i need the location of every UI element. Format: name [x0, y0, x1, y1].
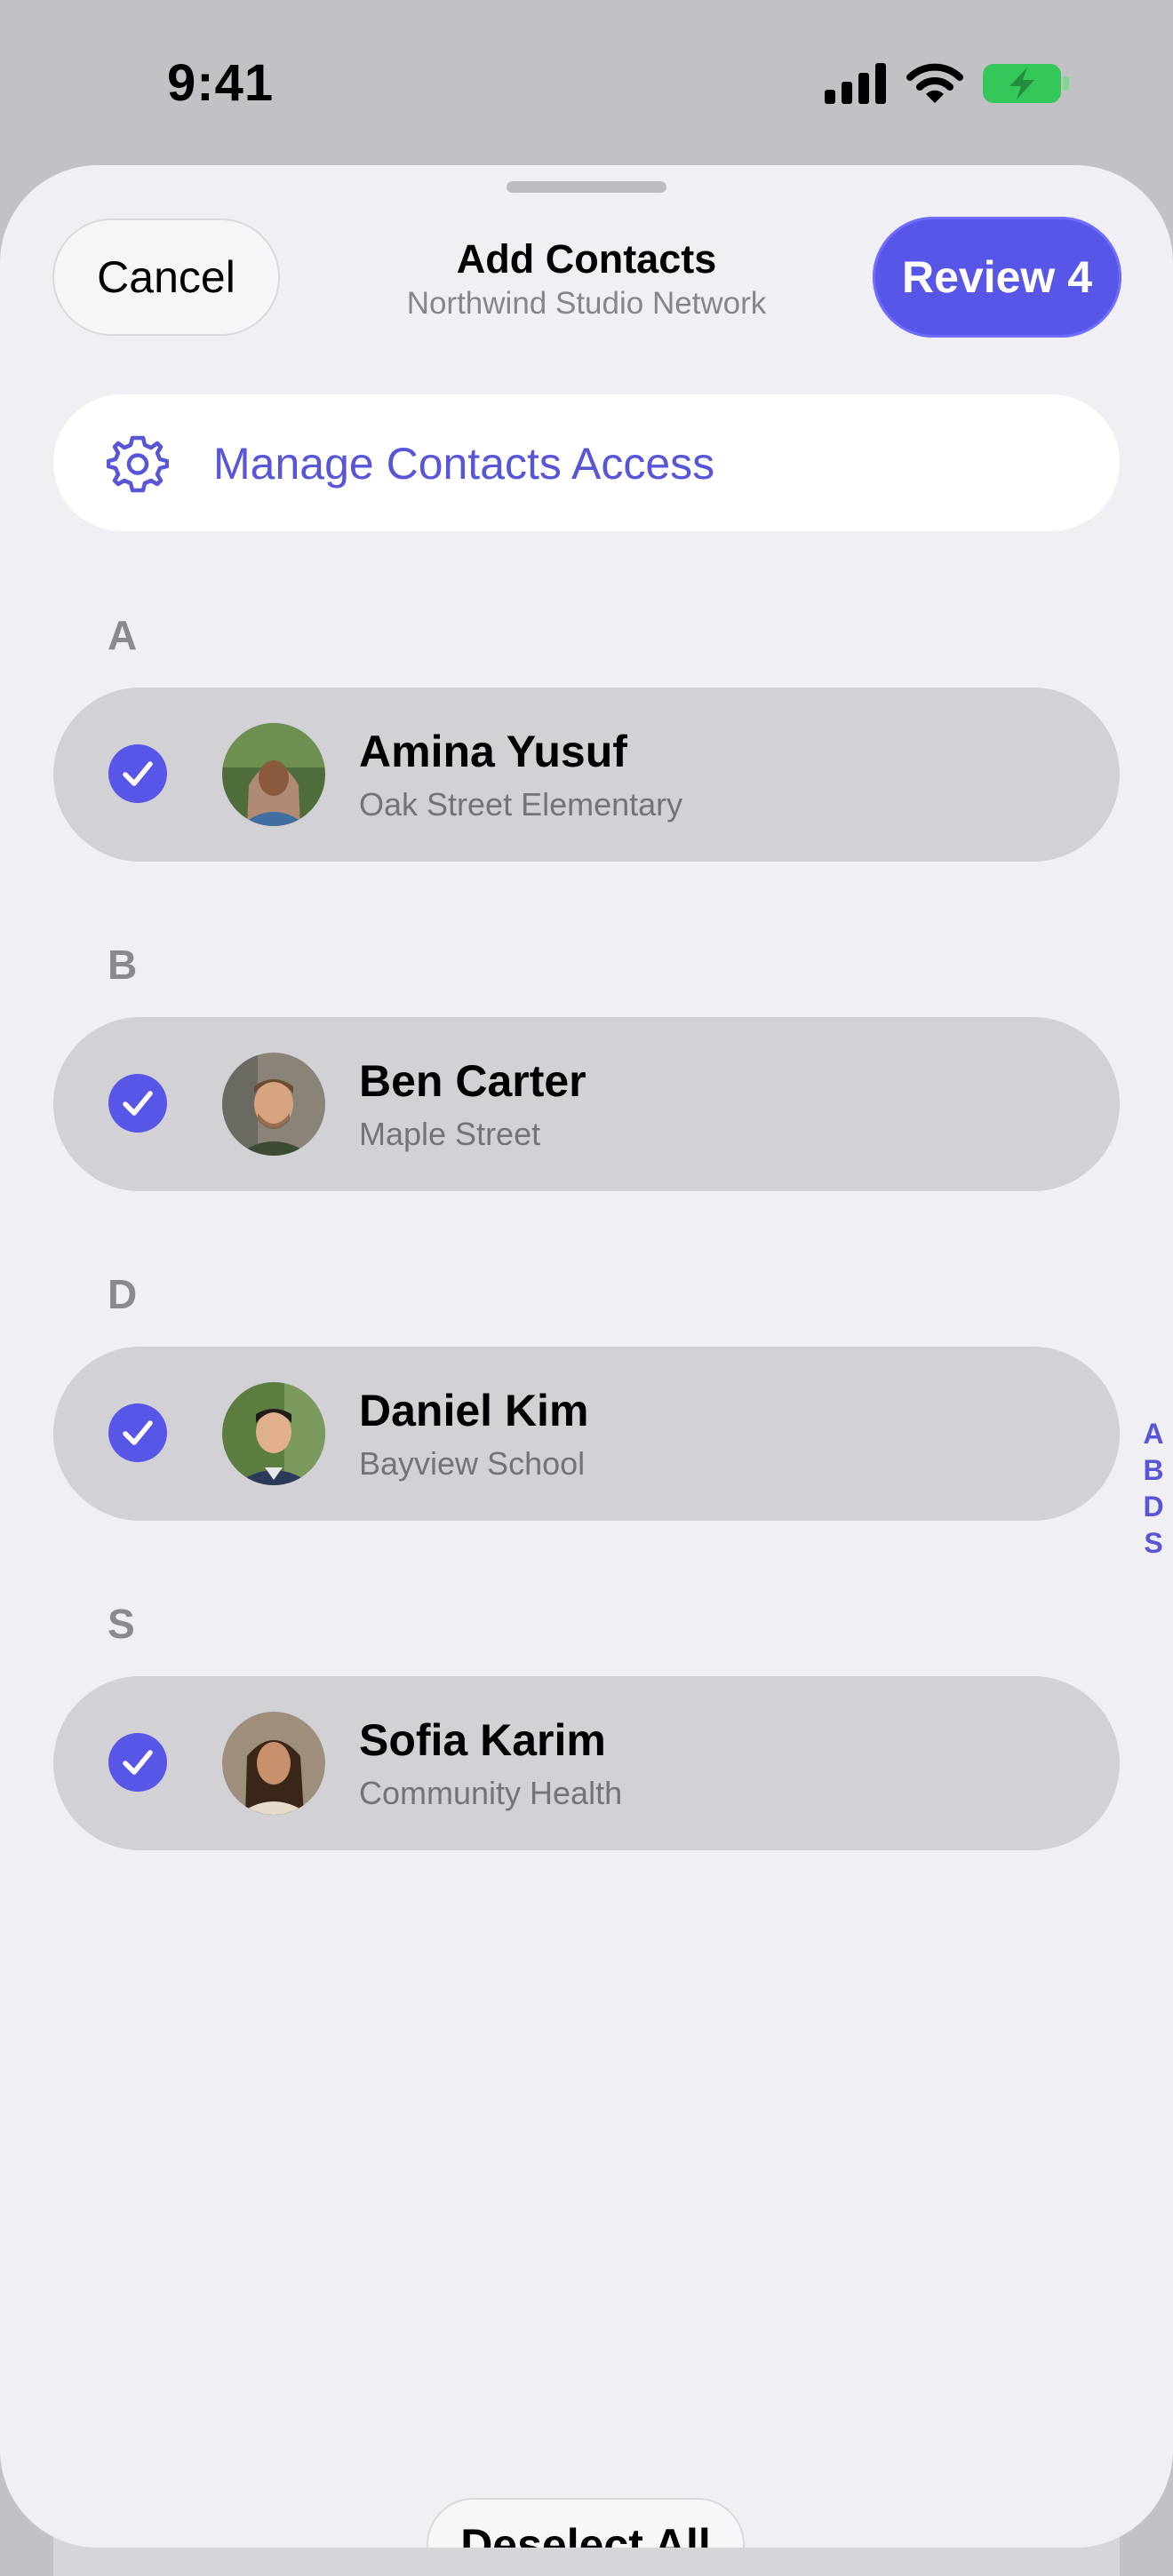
cellular-signal-icon [825, 63, 887, 108]
index-letter-b[interactable]: B [1143, 1452, 1163, 1489]
deselect-all-button[interactable]: Deselect All [427, 2498, 745, 2548]
index-letter-a[interactable]: A [1143, 1416, 1163, 1452]
status-bar: 9:41 [0, 0, 1173, 169]
contact-row-daniel-kim[interactable]: Daniel Kim Bayview School [53, 1347, 1120, 1521]
gear-icon [106, 432, 170, 494]
section-header-b: B [108, 942, 138, 988]
contact-subtitle: Community Health [359, 1775, 623, 1811]
avatar [222, 1053, 325, 1156]
avatar [222, 1382, 325, 1485]
battery-charging-icon [983, 62, 1070, 109]
avatar [222, 723, 325, 826]
checkmark-icon[interactable] [108, 1733, 167, 1792]
contact-row-amina-yusuf[interactable]: Amina Yusuf Oak Street Elementary [53, 688, 1120, 862]
contact-name: Amina Yusuf [359, 727, 627, 776]
section-index-bar[interactable]: A B D S [1137, 1416, 1169, 1562]
contact-row-sofia-karim[interactable]: Sofia Karim Community Health [53, 1676, 1120, 1850]
add-contacts-sheet: Cancel Add Contacts Northwind Studio Net… [0, 165, 1173, 2548]
cancel-button[interactable]: Cancel [52, 219, 280, 336]
index-letter-d[interactable]: D [1143, 1489, 1163, 1525]
contact-subtitle: Maple Street [359, 1116, 541, 1152]
contact-name: Daniel Kim [359, 1386, 589, 1435]
manage-contacts-access-button[interactable]: Manage Contacts Access [53, 394, 1120, 531]
section-header-a: A [108, 612, 138, 658]
contact-name: Sofia Karim [359, 1715, 606, 1765]
header-title-block: Add Contacts Northwind Studio Network [320, 235, 853, 323]
checkmark-icon[interactable] [108, 744, 167, 803]
checkmark-icon[interactable] [108, 1074, 167, 1133]
sheet-subtitle: Northwind Studio Network [406, 286, 767, 321]
checkmark-icon[interactable] [108, 1403, 167, 1462]
status-time: 9:41 [167, 54, 275, 112]
contact-name: Ben Carter [359, 1056, 586, 1106]
index-letter-s[interactable]: S [1144, 1525, 1162, 1562]
review-button[interactable]: Review 4 [873, 217, 1121, 338]
wifi-icon [906, 62, 963, 109]
contact-subtitle: Oak Street Elementary [359, 786, 683, 823]
contact-subtitle: Bayview School [359, 1445, 586, 1482]
sheet-title: Add Contacts [456, 236, 717, 282]
contact-row-ben-carter[interactable]: Ben Carter Maple Street [53, 1017, 1120, 1191]
status-icons [825, 62, 1070, 109]
avatar [222, 1712, 325, 1815]
section-header-s: S [108, 1601, 135, 1647]
manage-contacts-access-label: Manage Contacts Access [213, 439, 715, 489]
sheet-grabber[interactable] [507, 181, 666, 193]
section-header-d: D [108, 1271, 138, 1317]
